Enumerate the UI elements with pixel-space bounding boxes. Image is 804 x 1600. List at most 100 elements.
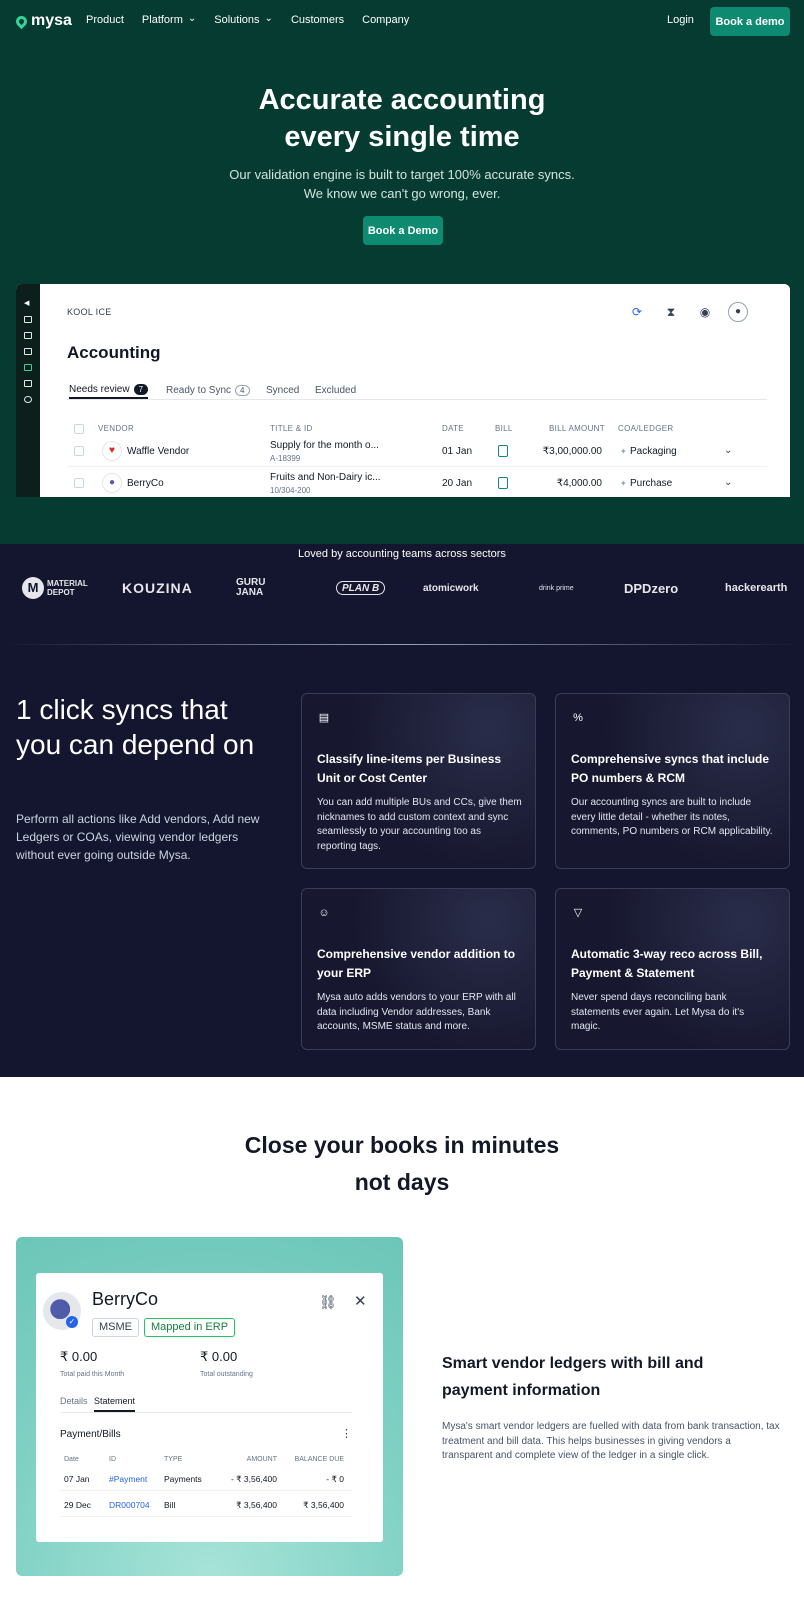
logo-label: MATERIAL DEPOT (47, 579, 88, 597)
card-title: Automatic 3-way reco across Bill, Paymen… (571, 947, 763, 980)
chevron-down-icon[interactable]: ⌄ (724, 445, 732, 456)
row-date: 29 Dec (64, 1500, 91, 1510)
row-amount: - ₹ 3,56,400 (230, 1474, 277, 1484)
tab-label: Ready to Sync (166, 384, 232, 396)
row-amount: ₹ 3,56,400 (236, 1500, 277, 1510)
bill-document-icon[interactable] (498, 445, 508, 457)
features-title: 1 click syncs that you can depend on (16, 694, 255, 760)
tab-excluded[interactable]: Excluded (315, 381, 356, 399)
nav-link-customers[interactable]: Customers (291, 14, 344, 26)
percent-icon: % (573, 712, 583, 724)
ledger-row[interactable]: 29 Dec DR000704 Bill ₹ 3,56,400 ₹ 3,56,4… (60, 1492, 352, 1517)
table-row[interactable]: ♥ Waffle Vendor Supply for the month o..… (67, 436, 767, 467)
vendor-name: BerryCo (127, 478, 164, 489)
top-nav: mysa Product Platform Solutions Customer… (0, 0, 804, 42)
column-id: ID (109, 1456, 116, 1463)
ledger-row[interactable]: 07 Jan #Payment Payments - ₹ 3,56,400 - … (60, 1466, 352, 1491)
total-paid-value: ₹ 0.00 (60, 1349, 98, 1364)
verified-check-icon: ✓ (66, 1316, 78, 1328)
book-demo-nav-button[interactable]: Book a demo (710, 7, 790, 36)
bill-document-icon[interactable] (498, 477, 508, 489)
row-balance: - ₹ 0 (326, 1474, 344, 1484)
ledger-showcase-panel: ✓ BerryCo MSME Mapped in ERP ⛓ ✕ ₹ 0.00 … (16, 1237, 403, 1576)
link-icon[interactable]: ⛓ (319, 1294, 337, 1311)
close-icon[interactable]: ✕ (354, 1292, 367, 1310)
nav-links: Product Platform Solutions Customers Com… (86, 14, 409, 26)
row-id-link[interactable]: #Payment (109, 1474, 147, 1484)
smart-ledgers-title: Smart vendor ledgers with bill and payme… (442, 1355, 704, 1399)
bank-icon (24, 380, 32, 387)
column-balance-due: BALANCE DUE (294, 1456, 344, 1463)
bill-date: 20 Jan (442, 478, 473, 489)
ledger-name: Packaging (630, 446, 677, 457)
card-title: Classify line-items per Business Unit or… (317, 752, 502, 785)
hero-subtitle: Our validation engine is built to target… (229, 167, 575, 201)
feature-card-vendor-addition: ☺ Comprehensive vendor addition to your … (301, 888, 536, 1050)
column-date: DATE (442, 424, 464, 433)
material-depot-logo: M MATERIAL DEPOT (22, 577, 91, 599)
book-demo-hero-button[interactable]: Book a Demo (363, 216, 443, 245)
page-title: Accounting (67, 343, 161, 362)
nav-link-company[interactable]: Company (362, 14, 409, 26)
card-description: Never spend days reconciling bank statem… (571, 992, 745, 1032)
card-description: Our accounting syncs are built to includ… (571, 797, 773, 837)
app-sidebar: ◀ (16, 284, 40, 497)
row-checkbox[interactable] (74, 446, 84, 456)
smart-ledgers-description: Mysa's smart vendor ledgers are fuelled … (442, 1421, 780, 1461)
kouzina-logo: KOUZINA (122, 580, 193, 596)
tab-needs-review[interactable]: Needs review 7 (69, 381, 149, 399)
dpdzero-logo: DPDzero (624, 580, 679, 596)
close-books-title: Close your books in minutes not days (244, 1132, 560, 1195)
total-outstanding-label: Total outstanding (200, 1371, 253, 1378)
company-name: KOOL ICE (67, 307, 112, 317)
document-icon (24, 332, 32, 339)
bill-amount: ₹3,00,000.00 (542, 446, 602, 457)
hourglass-icon[interactable]: ⧗ (663, 304, 679, 320)
eye-icon[interactable]: ◉ (697, 304, 713, 320)
features-description: Perform all actions like Add vendors, Ad… (16, 812, 260, 862)
row-date: 07 Jan (64, 1474, 90, 1484)
row-checkbox[interactable] (74, 478, 84, 488)
logos-title: Loved by accounting teams across sectors (298, 548, 506, 560)
total-outstanding-value: ₹ 0.00 (200, 1349, 238, 1364)
select-all-checkbox[interactable] (74, 424, 84, 434)
status-tabs: Needs review 7 Ready to Sync 4 Synced Ex… (67, 381, 767, 400)
nav-link-product[interactable]: Product (86, 14, 124, 26)
tab-details[interactable]: Details (60, 1396, 88, 1412)
card-description: Mysa auto adds vendors to your ERP with … (317, 992, 516, 1032)
ledger-tabs: Details Statement (60, 1396, 352, 1413)
sync-icon[interactable]: ⟳ (629, 304, 645, 320)
feature-card-reco: ▽ Automatic 3-way reco across Bill, Paym… (555, 888, 790, 1050)
user-icon[interactable]: ● (728, 302, 748, 322)
customer-logos-section: Loved by accounting teams across sectors… (0, 544, 804, 646)
bill-date: 01 Jan (442, 446, 473, 457)
ledger-sparkle-icon: ✦ (620, 447, 627, 456)
total-paid-label: Total paid this Month (60, 1371, 125, 1378)
login-link[interactable]: Login (667, 14, 694, 26)
chevron-down-icon[interactable]: ⌄ (724, 477, 732, 488)
nav-link-solutions[interactable]: Solutions (214, 14, 273, 26)
settings-icon (24, 396, 32, 403)
hackerearth-logo: hackerearth (725, 582, 788, 594)
users-icon: ☺ (318, 907, 330, 919)
row-id-link[interactable]: DR000704 (109, 1500, 150, 1510)
mysa-logo[interactable]: mysa (13, 12, 72, 30)
bill-amount: ₹4,000.00 (556, 478, 602, 489)
mysa-logo-icon (13, 13, 30, 29)
send-icon: ◀ (24, 300, 30, 307)
table-row[interactable]: ● BerryCo Fruits and Non-Dairy ic... 10/… (67, 468, 767, 497)
more-options-icon[interactable]: ⋮ (341, 1427, 352, 1440)
row-type: Bill (164, 1500, 176, 1510)
section-divider (0, 644, 804, 645)
tab-synced[interactable]: Synced (266, 381, 299, 399)
row-balance: ₹ 3,56,400 (303, 1500, 344, 1510)
tab-count: 7 (133, 383, 149, 395)
nav-link-platform[interactable]: Platform (142, 14, 196, 26)
document-icon: ▤ (318, 712, 330, 724)
guru-jana-logo: GURU JANA (236, 577, 266, 598)
atomicwork-logo: atomicwork (423, 582, 479, 594)
payment-bills-heading: Payment/Bills (60, 1429, 121, 1440)
app-main: KOOL ICE ⟳ ⧗ ◉ ● Accounting Needs review… (40, 284, 790, 497)
tab-statement[interactable]: Statement (94, 1396, 136, 1412)
tab-ready-to-sync[interactable]: Ready to Sync 4 (166, 381, 250, 399)
